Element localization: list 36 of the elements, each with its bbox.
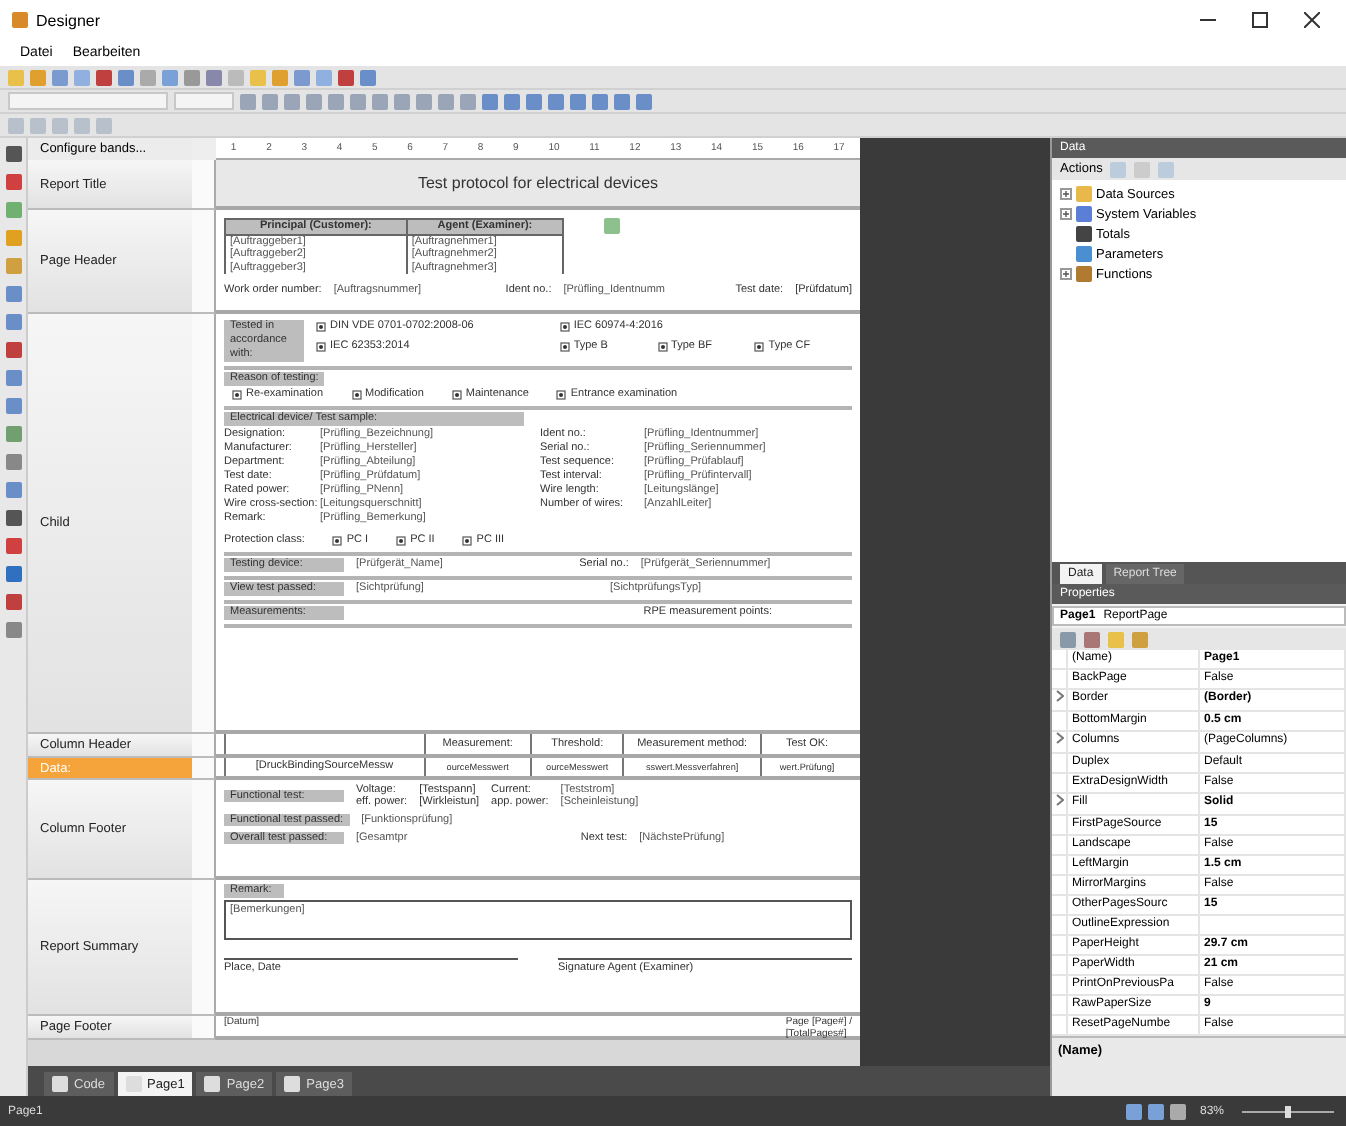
expand-icon[interactable] [1060,188,1072,200]
window-title: Designer [36,11,103,29]
page-icon [52,1076,68,1092]
page-icon [204,1076,221,1092]
checkbox-icon [754,342,765,352]
checkbox-icon [232,390,242,400]
expand-icon[interactable] [1060,268,1072,280]
maximize-icon [1252,12,1268,28]
checkbox-icon [657,342,668,352]
report-title: Test protocol for electrical devices [415,176,661,190]
picture-icon [604,218,620,234]
expand-icon[interactable] [1060,208,1072,220]
folder-icon [1076,186,1092,202]
zoom-slider[interactable] [1238,1103,1338,1119]
expand-arrow[interactable] [1052,732,1068,754]
checkbox-icon [451,390,462,400]
parameters-icon [1076,246,1092,262]
checkbox-icon [462,536,473,546]
checkbox-icon [316,322,326,332]
checkbox-icon [559,322,570,332]
page-icon [284,1076,301,1092]
function-icon [1076,266,1092,282]
slider-thumb[interactable] [1285,1105,1291,1117]
checkbox-icon [556,390,567,400]
expand-arrow[interactable] [1052,690,1068,712]
checkbox-icon [316,342,326,352]
sigma-icon [1076,226,1092,242]
variables-icon [1076,206,1092,222]
app-icon [12,12,28,28]
font-size-dropdown[interactable] [174,92,234,110]
checkbox-icon [332,536,343,546]
expand-arrow[interactable] [1052,794,1068,816]
checkbox-icon [559,342,570,352]
checkbox-icon [396,536,407,546]
close-icon [1304,12,1320,28]
checkbox-icon [351,390,362,400]
